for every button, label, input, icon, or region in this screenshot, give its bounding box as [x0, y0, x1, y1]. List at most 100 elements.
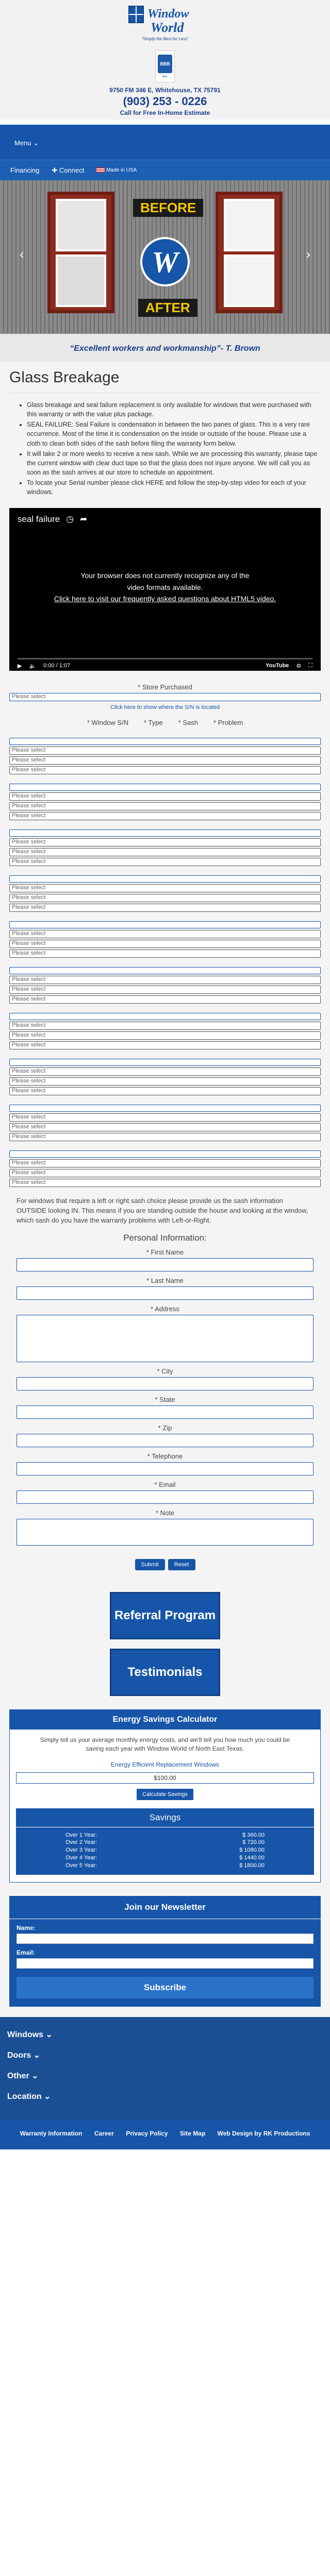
calculate-savings-button[interactable]: Calculate Savings — [137, 1788, 193, 1800]
window-sn-input[interactable] — [9, 1059, 321, 1066]
submit-button[interactable]: Submit — [135, 1558, 165, 1570]
slider-next-icon[interactable]: › — [306, 246, 310, 262]
play-icon[interactable]: ▶ — [18, 663, 22, 669]
career-link[interactable]: Career — [94, 2130, 114, 2137]
email-input[interactable] — [16, 1490, 314, 1504]
warranty-form: * Store Purchased Please select Click he… — [9, 683, 321, 1570]
privacy-policy-link[interactable]: Privacy Policy — [126, 2130, 168, 2137]
site-map-link[interactable]: Site Map — [180, 2130, 205, 2137]
sash-select[interactable]: Please select — [9, 756, 321, 765]
video-progress-bar[interactable] — [18, 658, 312, 660]
type-select[interactable]: Please select — [9, 1159, 321, 1168]
testimonials-button[interactable]: Testimonials — [110, 1648, 220, 1696]
before-label: BEFORE — [133, 199, 204, 217]
footer-windows-menu[interactable]: Windows ⌄ — [7, 2029, 323, 2050]
connect-link[interactable]: ✚ Connect — [52, 166, 84, 175]
problem-select[interactable]: Please select — [9, 995, 321, 1004]
window-entry-group: Please select Please select Please select — [9, 921, 321, 958]
clock-icon[interactable]: ◷ — [66, 514, 74, 524]
window-sn-input[interactable] — [9, 875, 321, 883]
footer-other-menu[interactable]: Other ⌄ — [7, 2071, 323, 2091]
sash-select[interactable]: Please select — [9, 986, 321, 994]
problem-select[interactable]: Please select — [9, 1041, 321, 1050]
menu-toggle[interactable]: Menu ⌄ — [14, 139, 39, 147]
video-player[interactable]: seal failure ◷ ➦ Your browser does not c… — [9, 508, 321, 671]
footer-doors-menu[interactable]: Doors ⌄ — [7, 2050, 323, 2071]
city-input[interactable] — [16, 1377, 314, 1391]
newsletter-email-label: Email: — [16, 1948, 36, 1956]
type-select[interactable]: Please select — [9, 1022, 321, 1030]
serial-location-link[interactable]: Click here to show where the S/N is loca… — [9, 704, 321, 710]
bbb-badge[interactable]: BBB A+ — [155, 50, 175, 82]
reset-button[interactable]: Reset — [168, 1558, 195, 1570]
type-select[interactable]: Please select — [9, 930, 321, 939]
state-input[interactable] — [16, 1405, 314, 1419]
referral-program-button[interactable]: Referral Program — [110, 1591, 220, 1639]
window-entry-list: Please select Please select Please select P… — [9, 738, 321, 1188]
window-sn-input[interactable] — [9, 1013, 321, 1021]
fullscreen-icon[interactable]: ⛶ — [308, 663, 312, 669]
window-sn-input[interactable] — [9, 1150, 321, 1158]
bbb-rating: A+ — [162, 74, 168, 79]
youtube-logo[interactable]: YouTube — [266, 663, 289, 669]
type-select[interactable]: Please select — [9, 1113, 321, 1122]
type-select[interactable]: Please select — [9, 792, 321, 801]
problem-select[interactable]: Please select — [9, 812, 321, 821]
window-world-logo[interactable]: Window World "Simply the Best for Less" — [119, 4, 211, 45]
sash-select[interactable]: Please select — [9, 940, 321, 948]
store-purchased-select[interactable]: Please select — [9, 693, 321, 702]
problem-select[interactable]: Please select — [9, 1087, 321, 1096]
type-select[interactable]: Please select — [9, 747, 321, 755]
type-select[interactable]: Please select — [9, 1067, 321, 1076]
problem-select[interactable]: Please select — [9, 1179, 321, 1188]
sash-select[interactable]: Please select — [9, 894, 321, 903]
window-sn-input[interactable] — [9, 784, 321, 791]
subscribe-button[interactable]: Subscribe — [16, 1976, 314, 1998]
problem-select[interactable]: Please select — [9, 904, 321, 912]
problem-select[interactable]: Please select — [9, 858, 321, 867]
sash-select[interactable]: Please select — [9, 1031, 321, 1040]
slider-prev-icon[interactable]: ‹ — [20, 246, 24, 262]
sash-select[interactable]: Please select — [9, 848, 321, 857]
newsletter-heading: Join our Newsletter — [9, 1896, 321, 1919]
warranty-info-link[interactable]: Warranty Information — [20, 2130, 82, 2137]
type-select[interactable]: Please select — [9, 884, 321, 893]
first-name-input[interactable] — [16, 1258, 314, 1272]
main-content: Glass Breakage Glass breakage and seal f… — [0, 362, 330, 2017]
problem-select[interactable]: Please select — [9, 766, 321, 775]
video-faq-link[interactable]: Click here to visit our frequently asked… — [9, 593, 321, 604]
last-name-input[interactable] — [16, 1286, 314, 1300]
share-icon[interactable]: ➦ — [80, 514, 87, 524]
web-design-credit-link[interactable]: Web Design by RK Productions — [218, 2130, 310, 2137]
calculator-heading: Energy Savings Calculator — [10, 1709, 320, 1730]
sash-select[interactable]: Please select — [9, 1077, 321, 1086]
monthly-cost-input[interactable]: $100.00 — [16, 1772, 314, 1784]
sash-select[interactable]: Please select — [9, 1123, 321, 1132]
footer-location-menu[interactable]: Location ⌄ — [7, 2091, 323, 2112]
note-input[interactable] — [16, 1518, 314, 1546]
type-select[interactable]: Please select — [9, 976, 321, 985]
video-title[interactable]: seal failure — [18, 514, 60, 524]
financing-link[interactable]: Financing — [10, 166, 39, 174]
type-select[interactable]: Please select — [9, 838, 321, 847]
window-sn-input[interactable] — [9, 921, 321, 929]
settings-icon[interactable]: ⚙ — [296, 663, 301, 669]
efficient-windows-link[interactable]: Energy Efficient Replacement Windows — [10, 1761, 320, 1768]
address-input[interactable] — [16, 1314, 314, 1362]
window-sn-input[interactable] — [9, 1105, 321, 1112]
phone-number[interactable]: (903) 253 - 0226 — [0, 95, 330, 108]
newsletter-email-input[interactable] — [16, 1958, 314, 1969]
problem-select[interactable]: Please select — [9, 950, 321, 958]
bbb-seal-icon: BBB — [158, 54, 172, 73]
telephone-input[interactable] — [16, 1462, 314, 1476]
window-sn-input[interactable] — [9, 738, 321, 745]
volume-icon[interactable]: 🔈 — [29, 663, 36, 669]
problem-select[interactable]: Please select — [9, 1133, 321, 1142]
sash-select[interactable]: Please select — [9, 802, 321, 811]
window-sn-input[interactable] — [9, 829, 321, 837]
window-sn-input[interactable] — [9, 967, 321, 975]
made-in-usa-label: Made in USA — [106, 167, 137, 173]
sash-select[interactable]: Please select — [9, 1169, 321, 1178]
newsletter-name-input[interactable] — [16, 1933, 314, 1944]
zip-input[interactable] — [16, 1433, 314, 1447]
